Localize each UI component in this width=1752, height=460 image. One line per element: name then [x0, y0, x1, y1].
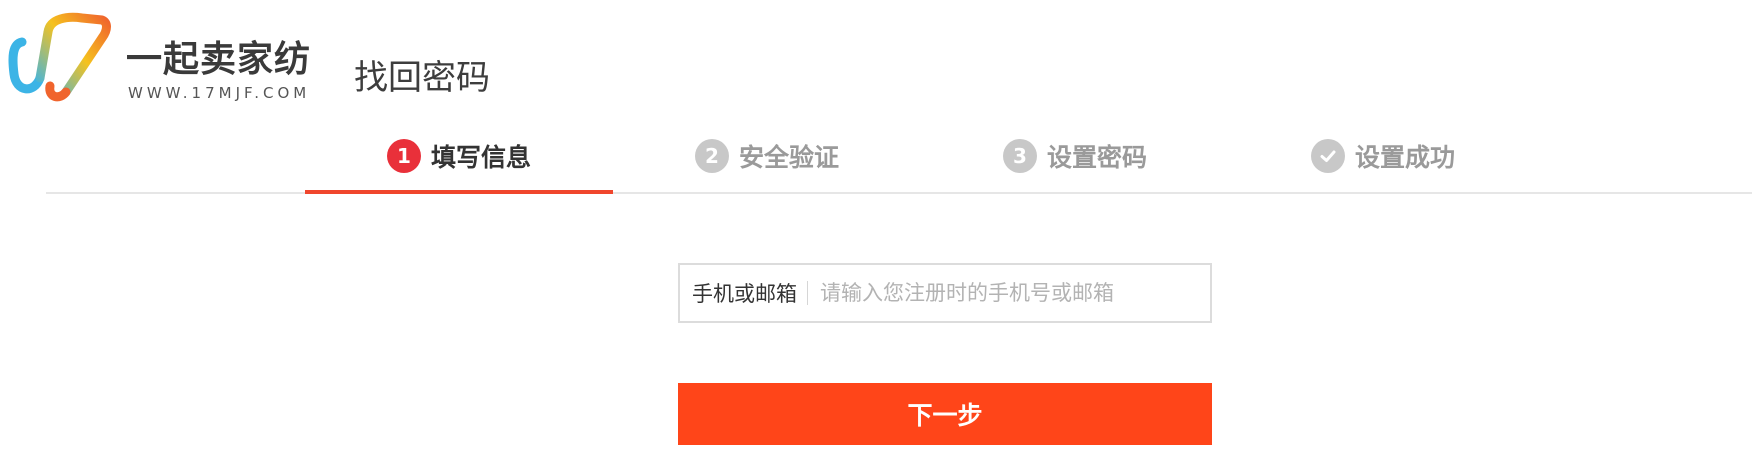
logo-mark-icon [8, 12, 111, 102]
step-security-verify[interactable]: 2 安全验证 [613, 120, 921, 192]
step-number-badge: 3 [1002, 139, 1037, 173]
site-logo[interactable]: 一起卖家纺 WWW.17MJF.COM [8, 8, 312, 104]
step-success[interactable]: 设置成功 [1229, 120, 1537, 192]
step-label: 设置密码 [1046, 143, 1147, 172]
account-field: 手机或邮箱 [678, 263, 1212, 323]
logo-url: WWW.17MJF.COM [128, 84, 311, 102]
step-number-badge: 2 [694, 139, 729, 173]
progress-steps: 1 填写信息 2 安全验证 3 设置密码 设置成功 [46, 120, 1752, 194]
logo-name: 一起卖家纺 [126, 39, 312, 80]
step-fill-info[interactable]: 1 填写信息 [305, 120, 613, 194]
account-input[interactable] [808, 264, 1210, 322]
step-label: 填写信息 [430, 143, 531, 172]
page-header: 一起卖家纺 WWW.17MJF.COM 找回密码 [0, 0, 1752, 120]
check-icon [1310, 139, 1345, 173]
account-field-label: 手机或邮箱 [692, 282, 797, 306]
step-set-password[interactable]: 3 设置密码 [921, 120, 1229, 192]
step-label: 安全验证 [738, 143, 839, 172]
next-step-button[interactable]: 下一步 [678, 383, 1212, 445]
page-title: 找回密码 [354, 58, 490, 98]
step-label: 设置成功 [1354, 143, 1455, 172]
step-number-badge: 1 [386, 139, 421, 173]
